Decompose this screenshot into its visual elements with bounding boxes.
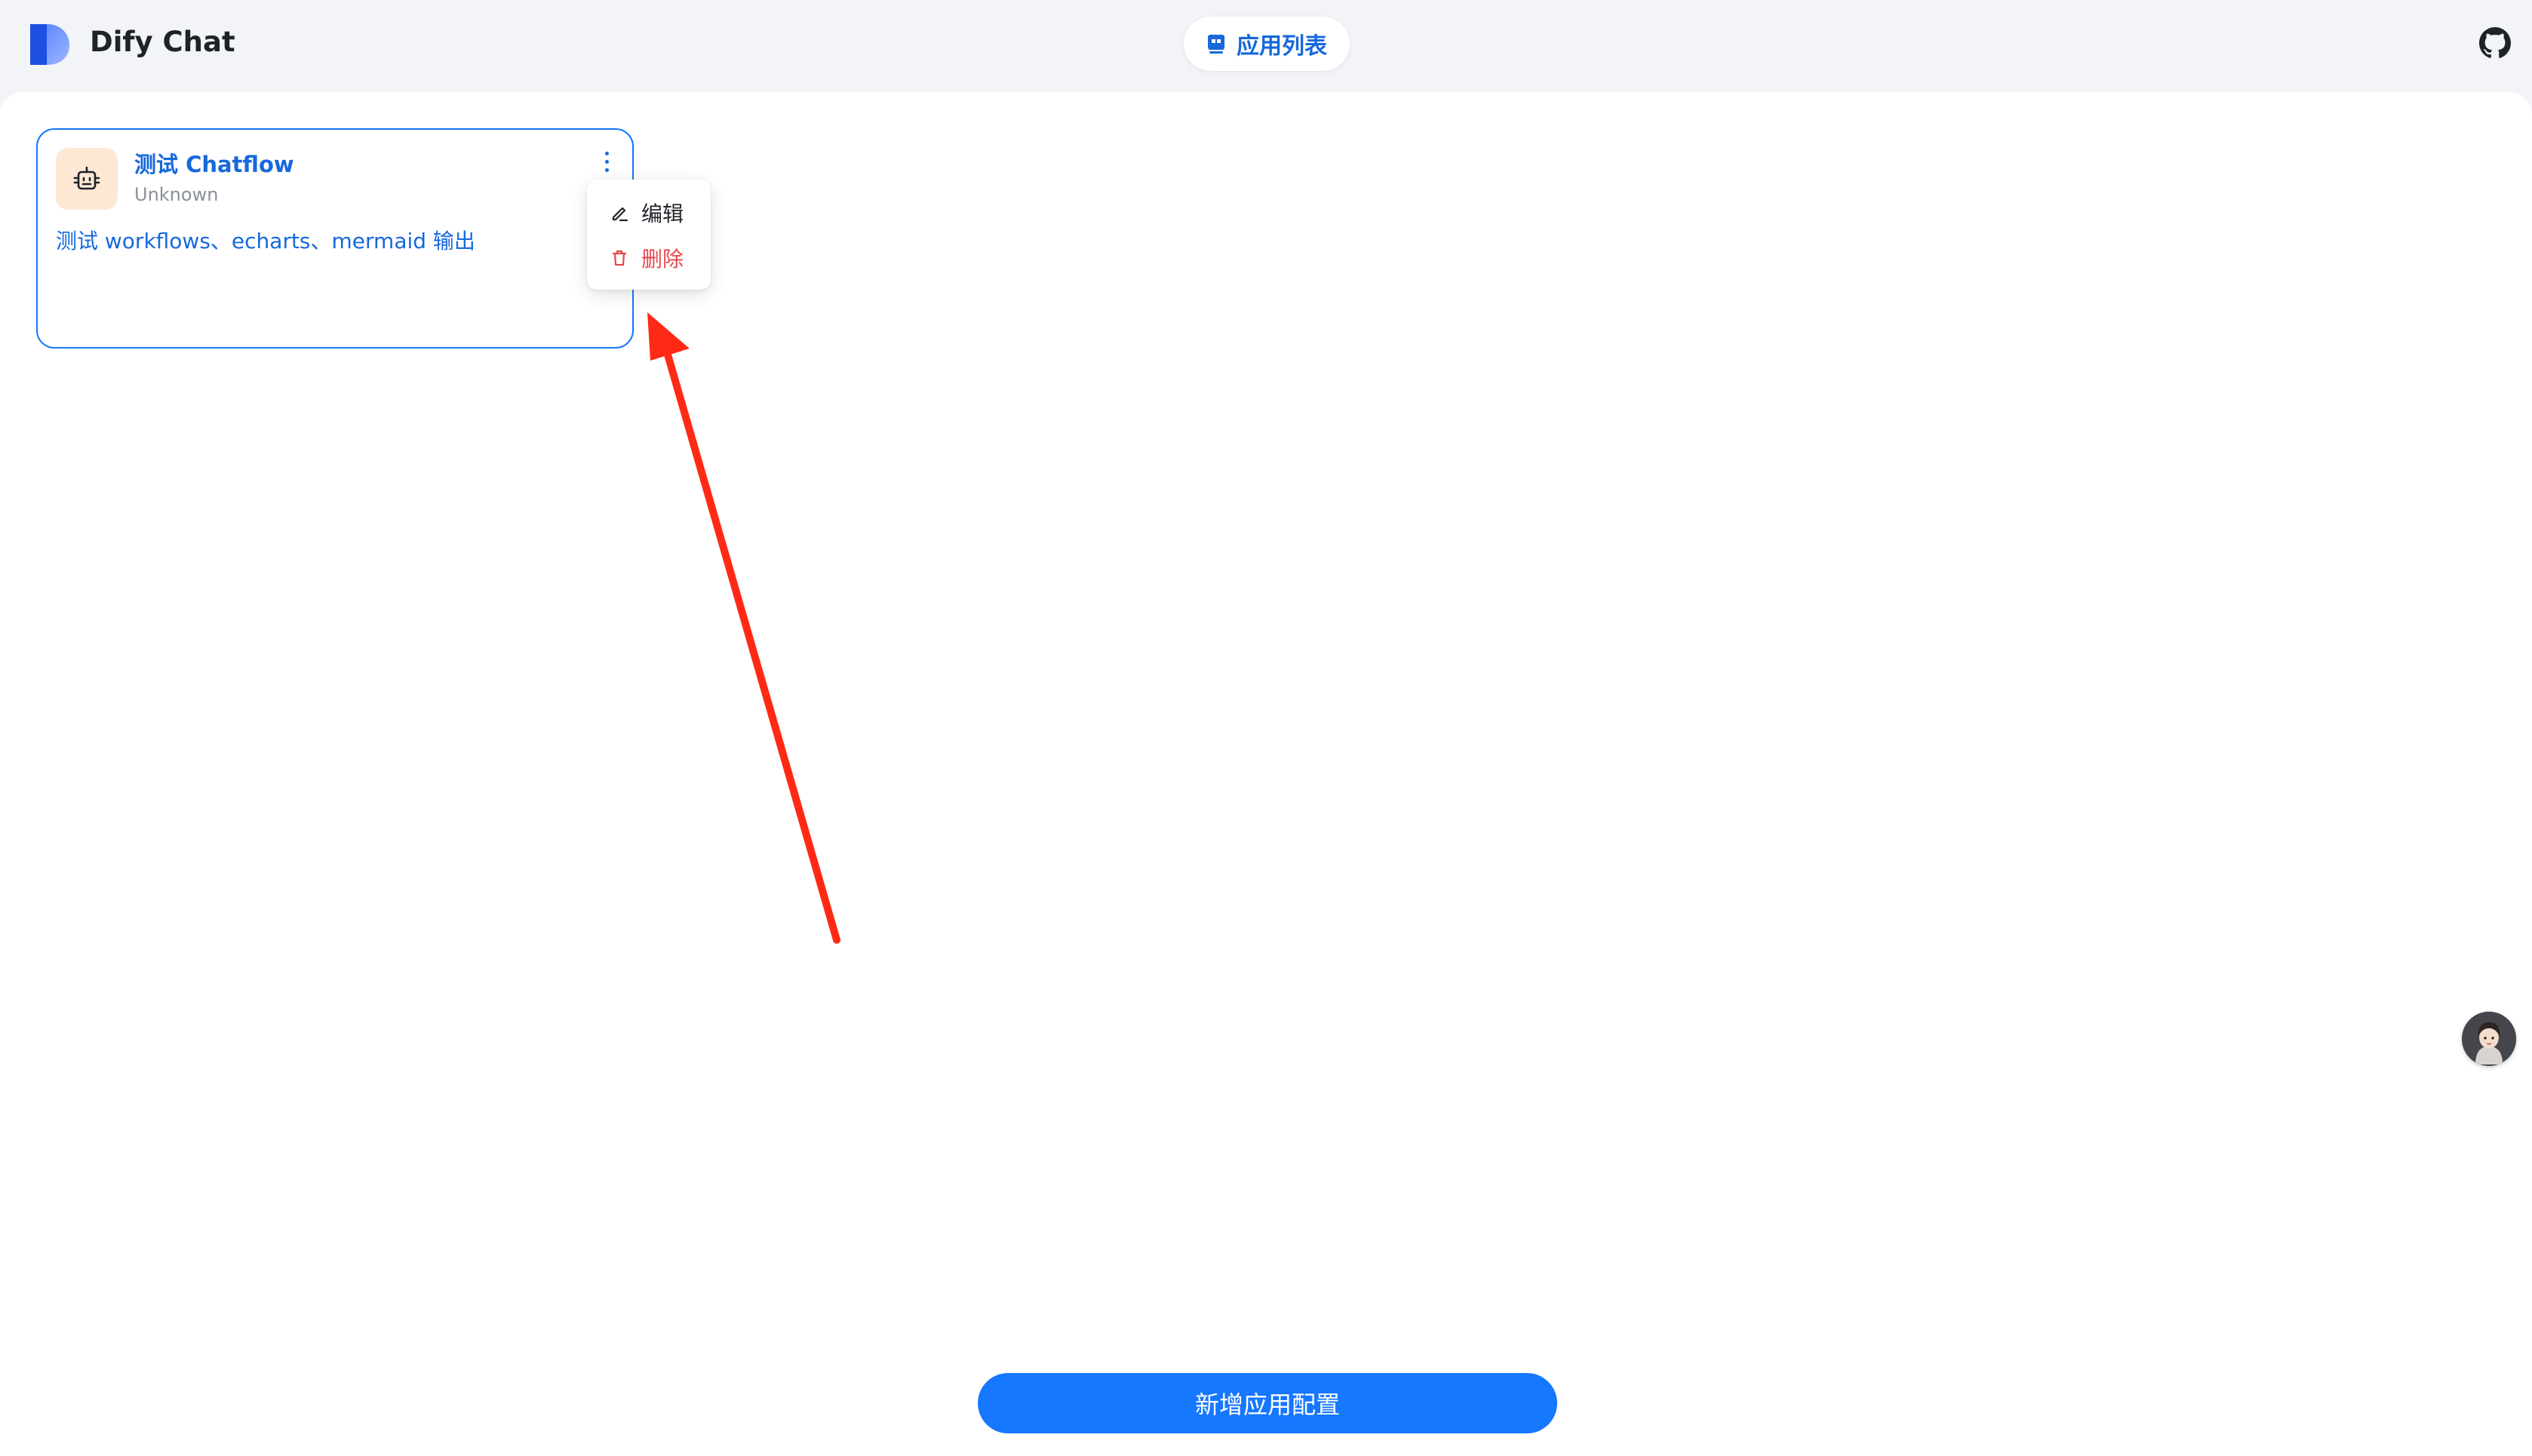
avatar-image xyxy=(2462,1012,2516,1066)
github-icon[interactable] xyxy=(2479,27,2511,59)
app-list-label: 应用列表 xyxy=(1237,33,1327,60)
app-card-name: 测试 Chatflow xyxy=(134,152,294,177)
add-app-config-button[interactable]: 新增应用配置 xyxy=(978,1373,1557,1433)
app-card[interactable]: 测试 Chatflow Unknown 测试 workflows、echarts… xyxy=(36,128,634,349)
app-list-tab[interactable]: 应用列表 xyxy=(1184,17,1350,71)
header-bar: Dify Chat 应用列表 xyxy=(0,0,2532,92)
more-vertical-icon[interactable] xyxy=(592,145,622,178)
menu-item-delete-label: 删除 xyxy=(641,247,684,272)
app-title: Dify Chat xyxy=(90,26,235,58)
menu-item-delete[interactable]: 删除 xyxy=(587,235,711,281)
robot-icon xyxy=(73,166,100,190)
app-card-description: 测试 workflows、echarts、mermaid 输出 xyxy=(56,229,475,253)
app-list-icon xyxy=(1208,35,1225,54)
app-card-icon xyxy=(56,148,118,210)
main-content: 测试 Chatflow Unknown 测试 workflows、echarts… xyxy=(0,92,2532,1456)
app-card-subtitle: Unknown xyxy=(134,184,219,205)
trash-icon xyxy=(612,250,627,266)
card-context-menu: 编辑 删除 xyxy=(587,180,711,290)
menu-item-edit-label: 编辑 xyxy=(641,201,684,226)
edit-pencil-icon xyxy=(612,207,628,222)
avatar[interactable] xyxy=(2462,1012,2516,1066)
menu-item-edit[interactable]: 编辑 xyxy=(587,190,711,235)
app-logo[interactable] xyxy=(27,21,71,66)
